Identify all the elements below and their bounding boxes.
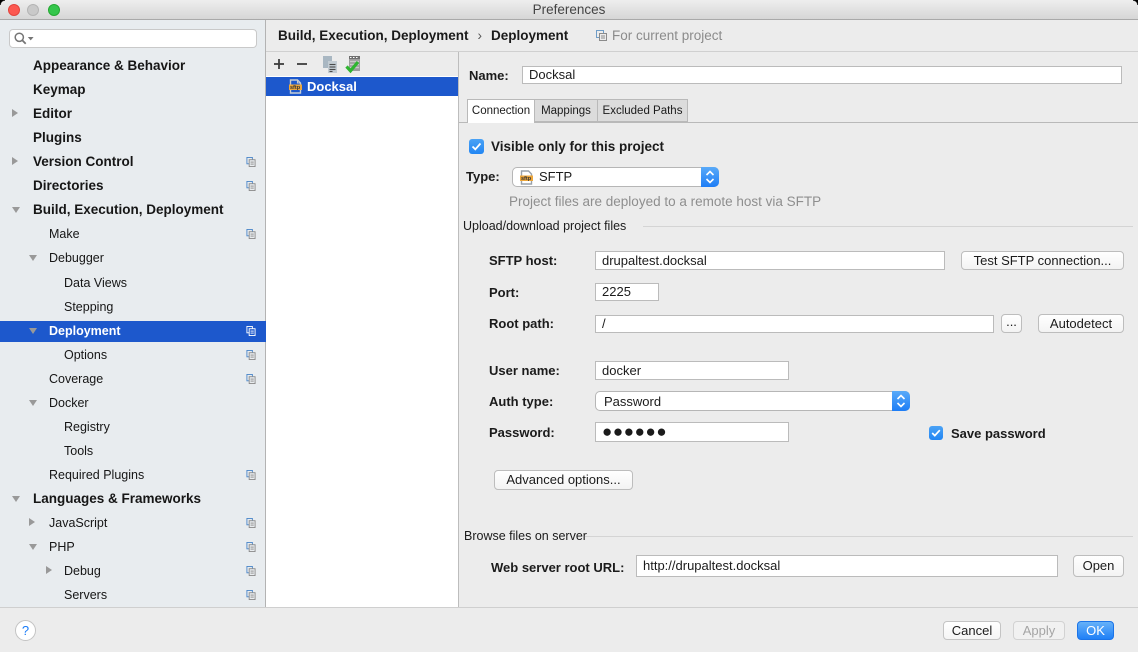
svg-text:sftp: sftp	[290, 85, 301, 91]
svg-text:sftp: sftp	[521, 176, 532, 182]
